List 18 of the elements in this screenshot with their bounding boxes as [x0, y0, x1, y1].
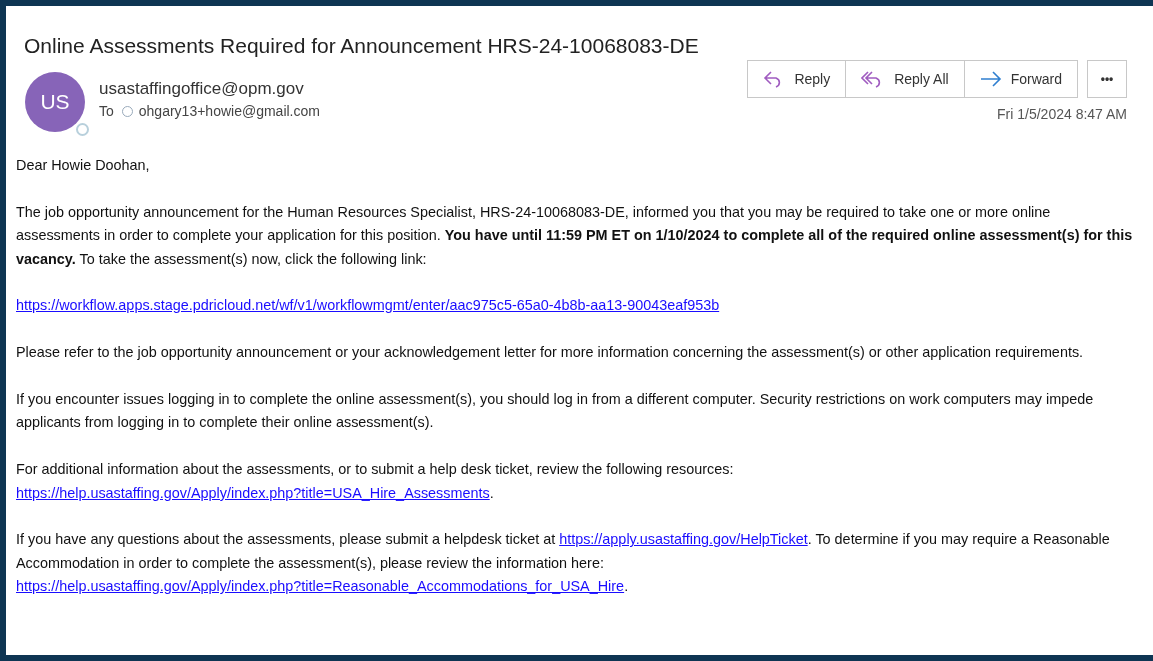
- recipient-email: ohgary13+howie@gmail.com: [138, 103, 320, 119]
- link[interactable]: https://apply.usastaffing.gov/HelpTicket: [559, 531, 808, 548]
- body-paragraph: If you have any questions about the assessments, please submit a helpdesk ticket at https://apply.usastaffing.gov/HelpTicket. To determine if you may require a Reasonable Accommodation in order to complete the assessment(s), please review the information here: https://help.usastaffing.gov/Apply/index.php?title=Reasonable_Accommodations_for_USA_Hire.: [16, 530, 1111, 597]
- email-subject: Online Assessments Required for Announcement HRS-24-10068083-DE: [24, 34, 699, 58]
- sent-date: Fri 1/5/2024 8:47 AM: [997, 106, 1127, 122]
- arrow-right-icon: [979, 71, 1002, 87]
- presence-icon: [76, 123, 89, 136]
- link[interactable]: https://help.usastaffing.gov/Apply/index.php?title=USA_Hire_Assessments: [16, 484, 490, 501]
- body-paragraph: Dear Howie Doohan,: [16, 156, 151, 175]
- link[interactable]: https://workflow.apps.stage.pdricloud.net/wf/v1/workflowmgmt/enter/aac975c5-65a0-4b8b-aa13-90043eaf953b: [16, 297, 720, 314]
- more-button[interactable]: •••: [1087, 60, 1127, 98]
- to-label: To: [99, 103, 114, 119]
- link[interactable]: https://help.usastaffing.gov/Apply/index.php?title=Reasonable_Accommodations_for_USA_Hire: [16, 578, 625, 595]
- body-paragraph: The job opportunity announcement for the Human Resources Specialist, HRS-24-10068083-DE, informed you that you may be required to take one or more online assessments in order to complete your application for this position. You have until 11:59 PM ET on 1/10/2024 to complete all of the required online assessment(s) for this vacancy. To take the assessment(s) now, click the following link:: [16, 202, 1133, 269]
- sender-email: usastaffingoffice@opm.gov: [99, 79, 305, 99]
- body-paragraph: For additional information about the assessments, or to submit a help desk ticket, review the following resources: https://help.usastaffing.gov/Apply/index.php?title=USA_Hire_Assessments.: [16, 460, 735, 503]
- body-paragraph: Please refer to the job opportunity announcement or your acknowledgement letter for more information concerning the assessment(s) or other application requirements.: [16, 343, 1085, 363]
- body-paragraph: If you encounter issues logging in to complete the online assessment(s), you should log in from a different computer. Security restrictions on work computers may impede applicants from logging in to complete their online assessment(s).: [16, 390, 1095, 433]
